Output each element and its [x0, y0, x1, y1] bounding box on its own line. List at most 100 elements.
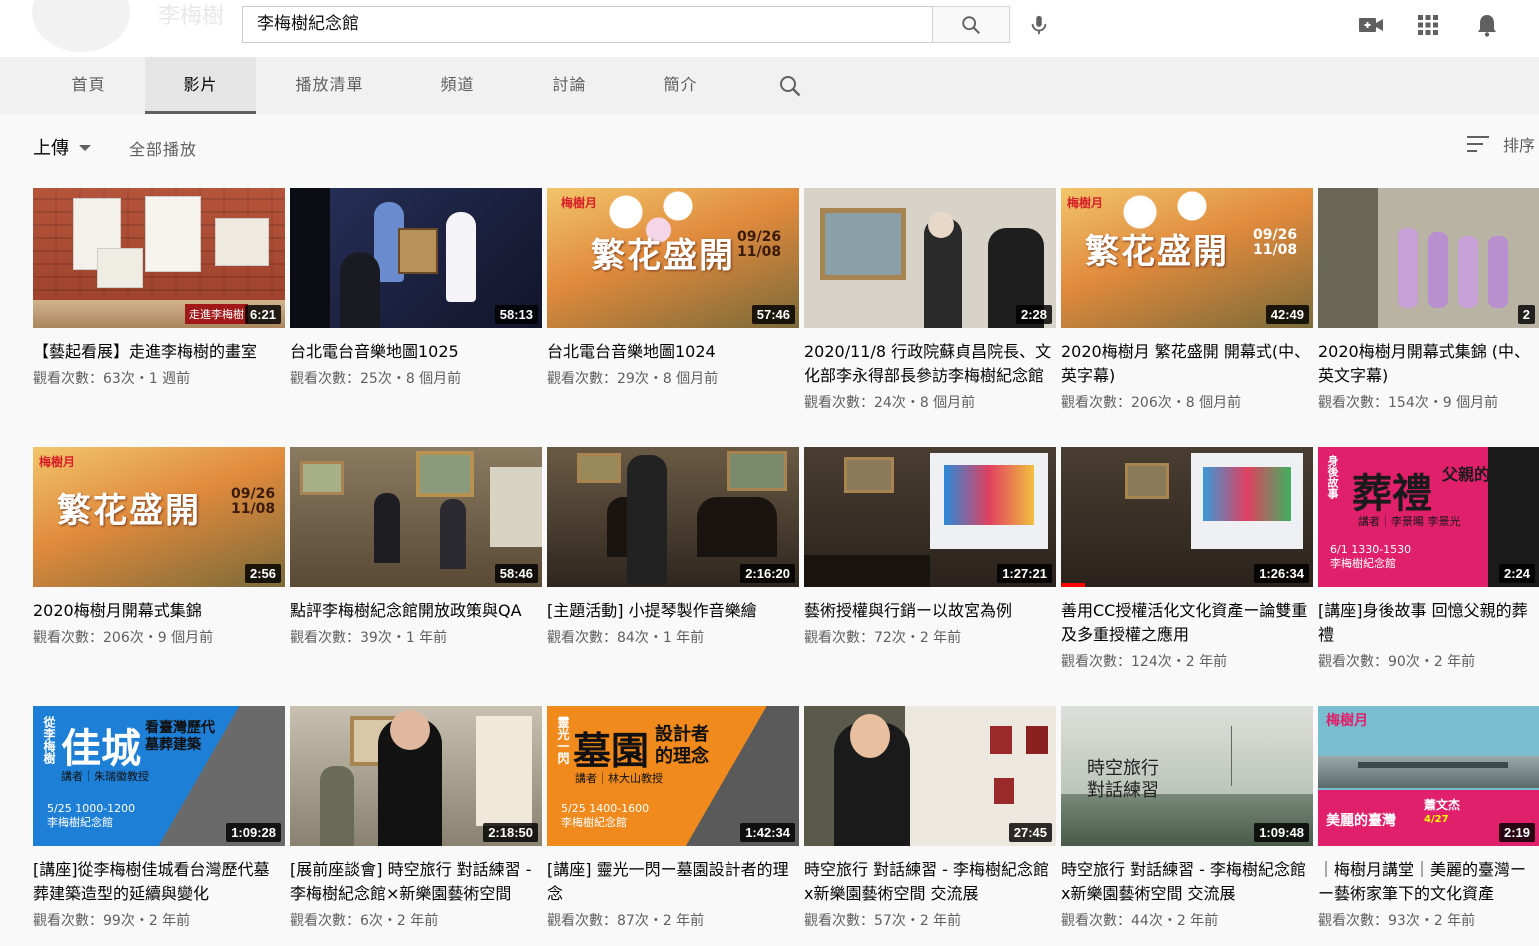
thumbnail-title: 佳城 — [61, 726, 141, 772]
video-duration: 2:19 — [1498, 823, 1535, 842]
tab-home[interactable]: 首頁 — [33, 57, 144, 114]
video-title[interactable]: [講座] 靈光一閃ー墓園設計者的理念 — [547, 858, 799, 906]
video-meta: 觀看次數：84次・1 年前 — [547, 630, 705, 646]
video-duration: 2 — [1517, 305, 1535, 324]
video-thumbnail[interactable]: 2:16:20 — [547, 447, 799, 587]
sort-label: 排序 — [1503, 136, 1536, 155]
video-title[interactable]: 時空旅行 對話練習 - 李梅樹紀念館x新樂園藝術空間 交流展 — [804, 858, 1056, 906]
video-card[interactable]: 從李梅樹 佳城 看臺灣歷代墓葬建築 講者｜朱瑞徽教授 5/25 1000-120… — [33, 706, 285, 930]
video-meta: 觀看次數：24次・8 個月前 — [804, 395, 976, 411]
notifications-button[interactable] — [1470, 8, 1504, 42]
video-thumbnail[interactable]: 繁花盛開 09/26 11/08 梅樹月 57:46 — [547, 188, 799, 328]
video-card[interactable]: 1:26:34 善用CC授權活化文化資產ー論雙重及多重授權之應用 觀看次數：12… — [1061, 447, 1313, 671]
video-title[interactable]: [講座]從李梅樹佳城看台灣歷代墓葬建築造型的延續與變化 — [33, 858, 285, 906]
thumbnail-schedule: 5/25 1000-1200 李梅樹紀念館 — [47, 802, 136, 829]
tab-videos[interactable]: 影片 — [145, 57, 256, 114]
video-thumbnail[interactable]: 27:45 — [804, 706, 1056, 846]
video-meta: 觀看次數：90次・2 年前 — [1318, 654, 1476, 670]
search-button[interactable] — [932, 6, 1010, 43]
video-meta: 觀看次數：39次・1 年前 — [290, 630, 448, 646]
video-card[interactable]: 58:46 點評李梅樹紀念館開放政策與QA 觀看次數：39次・1 年前 — [290, 447, 542, 647]
thumbnail-speaker: 蕭文杰 — [1424, 798, 1461, 812]
video-meta: 觀看次數：99次・2 年前 — [33, 913, 191, 929]
video-thumbnail[interactable]: 1:27:21 — [804, 447, 1056, 587]
video-title[interactable]: ｜梅樹月講堂｜美麗的臺灣ーー藝術家筆下的文化資產 — [1318, 858, 1539, 906]
video-card[interactable]: 靈光一閃 墓園 設計者的理念 講者｜林大山教授 5/25 1400-1600 李… — [547, 706, 799, 930]
video-card[interactable]: 2:18:50 [展前座談會] 時空旅行 對話練習 - 李梅樹紀念館×新樂園藝術… — [290, 706, 542, 930]
top-bar: 李梅樹 李梅樹紀念館 — [0, 0, 1539, 57]
video-thumbnail[interactable]: 2:18:50 — [290, 706, 542, 846]
video-card[interactable]: 走進李梅樹 6:21 【藝起看展】走進李梅樹的畫室 觀看次數：63次・1 週前 — [33, 188, 285, 388]
video-card[interactable]: 2 2020梅樹月開幕式集錦 (中、英文字幕) 觀看次數：154次・9 個月前 — [1318, 188, 1539, 412]
video-camera-icon — [1359, 18, 1383, 32]
video-duration: 2:24 — [1498, 564, 1535, 583]
tab-about[interactable]: 簡介 — [625, 57, 736, 114]
apps-button[interactable] — [1411, 8, 1445, 42]
video-card[interactable]: 2:16:20 [主題活動] 小提琴製作音樂繪 觀看次數：84次・1 年前 — [547, 447, 799, 647]
video-thumbnail[interactable]: 58:46 — [290, 447, 542, 587]
video-thumbnail[interactable]: 從李梅樹 佳城 看臺灣歷代墓葬建築 講者｜朱瑞徽教授 5/25 1000-120… — [33, 706, 285, 846]
video-title[interactable]: 2020梅樹月開幕式集錦 — [33, 599, 285, 623]
video-meta: 觀看次數：87次・2 年前 — [547, 913, 705, 929]
video-duration: 58:46 — [494, 564, 538, 583]
video-title[interactable]: 藝術授權與行銷ー以故宮為例 — [804, 599, 1056, 623]
voice-search-button[interactable] — [1022, 8, 1056, 42]
video-thumbnail[interactable]: 身後故事 葬禮 父親的回憶 講者｜李景暘 李景光 6/1 1330-1530 李… — [1318, 447, 1539, 587]
video-title[interactable]: [展前座談會] 時空旅行 對話練習 - 李梅樹紀念館×新樂園藝術空間 — [290, 858, 542, 906]
channel-avatar[interactable] — [32, 0, 130, 52]
video-title[interactable]: 點評李梅樹紀念館開放政策與QA — [290, 599, 542, 623]
video-title[interactable]: 2020梅樹月 繁花盛開 開幕式(中、英字幕) — [1061, 340, 1313, 388]
create-video-button[interactable] — [1354, 8, 1388, 42]
video-meta: 觀看次數：154次・9 個月前 — [1318, 395, 1499, 411]
tab-channels[interactable]: 頻道 — [402, 57, 513, 114]
video-meta: 觀看次數：57次・2 年前 — [804, 913, 962, 929]
mic-icon — [1031, 15, 1047, 35]
video-thumbnail[interactable]: 時空旅行 對話練習 1:09:48 — [1061, 706, 1313, 846]
sort-button[interactable]: 排序 — [1467, 132, 1535, 156]
video-thumbnail[interactable]: 58:13 — [290, 188, 542, 328]
search-input[interactable]: 李梅樹紀念館 — [242, 6, 933, 43]
video-card[interactable]: 繁花盛開 09/26 11/08 梅樹月 57:46 台北電台音樂地圖1024 … — [547, 188, 799, 388]
video-title[interactable]: 台北電台音樂地圖1025 — [290, 340, 542, 364]
play-all-button[interactable]: 全部播放 — [129, 136, 197, 160]
video-duration: 57:46 — [751, 305, 795, 324]
video-title[interactable]: 2020梅樹月開幕式集錦 (中、英文字幕) — [1318, 340, 1539, 388]
video-title[interactable]: 【藝起看展】走進李梅樹的畫室 — [33, 340, 285, 364]
video-meta: 觀看次數：6次・2 年前 — [290, 913, 439, 929]
video-card[interactable]: 身後故事 葬禮 父親的回憶 講者｜李景暘 李景光 6/1 1330-1530 李… — [1318, 447, 1539, 671]
video-title[interactable]: [主題活動] 小提琴製作音樂繪 — [547, 599, 799, 623]
video-title[interactable]: 善用CC授權活化文化資產ー論雙重及多重授權之應用 — [1061, 599, 1313, 647]
upload-type-dropdown[interactable]: 上傳 — [33, 134, 91, 160]
video-card[interactable]: 1:27:21 藝術授權與行銷ー以故宮為例 觀看次數：72次・2 年前 — [804, 447, 1056, 647]
channel-name: 李梅樹 — [158, 4, 225, 29]
video-title[interactable]: 時空旅行 對話練習 - 李梅樹紀念館x新樂園藝術空間 交流展 — [1061, 858, 1313, 906]
video-thumbnail[interactable]: 繁花盛開 09/26 11/08 梅樹月 42:49 — [1061, 188, 1313, 328]
channel-search-button[interactable] — [772, 69, 808, 103]
video-card[interactable]: 時空旅行 對話練習 1:09:48 時空旅行 對話練習 - 李梅樹紀念館x新樂園… — [1061, 706, 1313, 930]
video-duration: 2:18:50 — [483, 823, 538, 842]
video-thumbnail[interactable]: 梅樹月 美麗的臺灣 蕭文杰 4/27 2:19 — [1318, 706, 1539, 846]
video-thumbnail[interactable]: 走進李梅樹 6:21 — [33, 188, 285, 328]
apps-grid-icon — [1418, 15, 1438, 35]
video-card[interactable]: 58:13 台北電台音樂地圖1025 觀看次數：25次・8 個月前 — [290, 188, 542, 388]
video-thumbnail[interactable]: 1:26:34 — [1061, 447, 1313, 587]
video-card[interactable]: 繁花盛開 09/26 11/08 梅樹月 42:49 2020梅樹月 繁花盛開 … — [1061, 188, 1313, 412]
video-thumbnail[interactable]: 2:28 — [804, 188, 1056, 328]
video-meta: 觀看次數：44次・2 年前 — [1061, 913, 1219, 929]
thumbnail-subtitle: 設計者的理念 — [655, 724, 709, 767]
video-thumbnail[interactable]: 2 — [1318, 188, 1539, 328]
video-card[interactable]: 梅樹月 美麗的臺灣 蕭文杰 4/27 2:19 ｜梅樹月講堂｜美麗的臺灣ーー藝術… — [1318, 706, 1539, 930]
video-thumbnail[interactable]: 靈光一閃 墓園 設計者的理念 講者｜林大山教授 5/25 1400-1600 李… — [547, 706, 799, 846]
video-title[interactable]: [講座]身後故事 回憶父親的葬禮 — [1318, 599, 1539, 647]
thumbnail-date: 09/26 11/08 — [737, 229, 782, 260]
video-thumbnail[interactable]: 繁花盛開 09/26 11/08 梅樹月 2:56 — [33, 447, 285, 587]
video-card[interactable]: 2:28 2020/11/8 行政院蘇貞昌院長、文化部李永得部長參訪李梅樹紀念館… — [804, 188, 1056, 412]
tab-playlists[interactable]: 播放清單 — [274, 57, 385, 114]
video-title[interactable]: 台北電台音樂地圖1024 — [547, 340, 799, 364]
tab-discussion[interactable]: 討論 — [514, 57, 625, 114]
video-title[interactable]: 2020/11/8 行政院蘇貞昌院長、文化部李永得部長參訪李梅樹紀念館 — [804, 340, 1056, 388]
video-card[interactable]: 繁花盛開 09/26 11/08 梅樹月 2:56 2020梅樹月開幕式集錦 觀… — [33, 447, 285, 647]
thumbnail-speakers: 講者｜朱瑞徽教授 — [61, 770, 149, 783]
video-duration: 27:45 — [1008, 823, 1052, 842]
video-card[interactable]: 27:45 時空旅行 對話練習 - 李梅樹紀念館x新樂園藝術空間 交流展 觀看次… — [804, 706, 1056, 930]
